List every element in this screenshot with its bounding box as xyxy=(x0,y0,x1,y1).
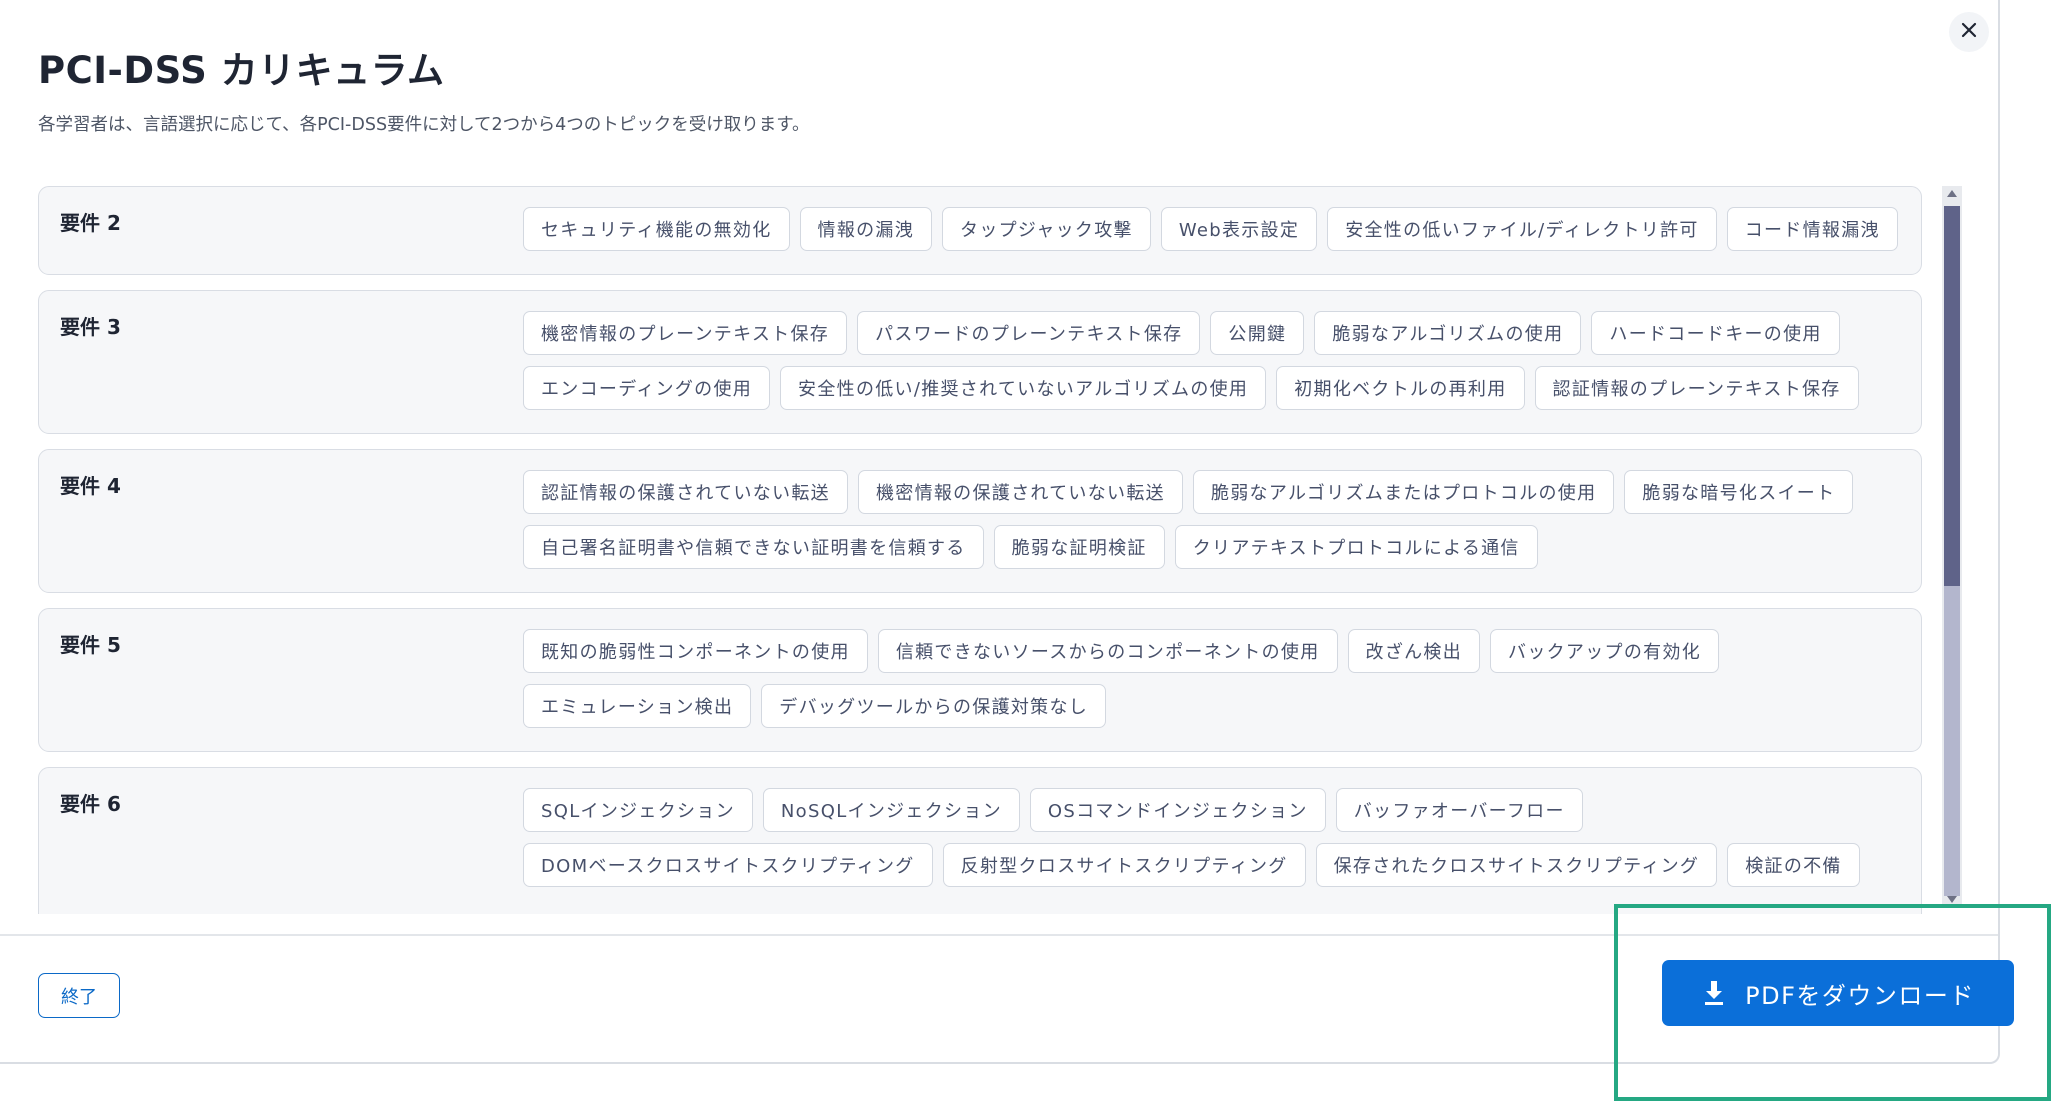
topic-chip: 情報の漏洩 xyxy=(799,207,933,251)
topic-chip: 既知の脆弱性コンポーネントの使用 xyxy=(523,629,868,673)
requirement-card: 要件 2 セキュリティ機能の無効化 情報の漏洩 タップジャック攻撃 Web表示設… xyxy=(38,186,1922,275)
topic-chip: エミュレーション検出 xyxy=(523,684,752,728)
topic-chip: 初期化ベクトルの再利用 xyxy=(1276,366,1525,410)
requirements-list[interactable]: 要件 2 セキュリティ機能の無効化 情報の漏洩 タップジャック攻撃 Web表示設… xyxy=(38,186,1922,914)
topic-chip: 信頼できないソースからのコンポーネントの使用 xyxy=(877,629,1338,673)
topic-chip: OSコマンドインジェクション xyxy=(1029,788,1326,832)
topic-chip: 公開鍵 xyxy=(1210,311,1305,355)
topic-list: 機密情報のプレーンテキスト保存 パスワードのプレーンテキスト保存 公開鍵 脆弱な… xyxy=(523,311,1903,410)
topic-chip: 脆弱なアルゴリズムの使用 xyxy=(1314,311,1582,355)
requirement-title: 要件 6 xyxy=(60,792,121,816)
scroll-down-arrow-icon[interactable] xyxy=(1947,896,1957,903)
modal-title: PCI-DSS カリキュラム xyxy=(38,49,445,92)
end-button[interactable]: 終了 xyxy=(38,973,120,1018)
topic-chip: NoSQLインジェクション xyxy=(762,788,1020,832)
topic-chip: パスワードのプレーンテキスト保存 xyxy=(857,311,1201,355)
topic-chip: 認証情報の保護されていない転送 xyxy=(523,470,848,514)
topic-chip: バックアップの有効化 xyxy=(1490,629,1720,673)
topic-chip: Web表示設定 xyxy=(1160,207,1318,251)
requirement-card: 要件 4 認証情報の保護されていない転送 機密情報の保護されていない転送 脆弱な… xyxy=(38,449,1922,593)
topic-chip: 検証の不備 xyxy=(1727,843,1860,887)
topic-chip: デバッグツールからの保護対策なし xyxy=(761,684,1107,728)
topic-chip: 脆弱なアルゴリズムまたはプロトコルの使用 xyxy=(1192,470,1615,514)
download-pdf-button[interactable]: PDFをダウンロード xyxy=(1662,960,2014,1026)
topic-chip: 保存されたクロスサイトスクリプティング xyxy=(1315,843,1718,887)
topic-list: セキュリティ機能の無効化 情報の漏洩 タップジャック攻撃 Web表示設定 安全性… xyxy=(523,207,1903,251)
topic-chip: タップジャック攻撃 xyxy=(942,207,1151,251)
topic-chip: SQLインジェクション xyxy=(523,788,753,832)
requirement-card: 要件 3 機密情報のプレーンテキスト保存 パスワードのプレーンテキスト保存 公開… xyxy=(38,290,1922,434)
topic-chip: 自己署名証明書や信頼できない証明書を信頼する xyxy=(523,525,984,569)
topic-list: 既知の脆弱性コンポーネントの使用 信頼できないソースからのコンポーネントの使用 … xyxy=(523,629,1903,728)
topic-list: SQLインジェクション NoSQLインジェクション OSコマンドインジェクション… xyxy=(523,788,1903,887)
topic-chip: セキュリティ機能の無効化 xyxy=(523,207,790,251)
requirement-title: 要件 3 xyxy=(60,315,121,339)
topic-chip: 安全性の低いファイル/ディレクトリ許可 xyxy=(1327,207,1717,251)
topic-chip: 認証情報のプレーンテキスト保存 xyxy=(1534,366,1859,410)
scroll-track[interactable] xyxy=(1944,586,1960,896)
requirement-title: 要件 4 xyxy=(60,474,121,498)
topic-chip: クリアテキストプロトコルによる通信 xyxy=(1174,525,1538,569)
scroll-thumb[interactable] xyxy=(1944,206,1960,586)
topic-chip: 脆弱な証明検証 xyxy=(993,525,1165,569)
close-button[interactable] xyxy=(1949,12,1989,52)
topic-chip: 改ざん検出 xyxy=(1347,629,1481,673)
topic-chip: ハードコードキーの使用 xyxy=(1591,311,1840,355)
requirement-card: 要件 6 SQLインジェクション NoSQLインジェクション OSコマンドインジ… xyxy=(38,767,1922,914)
topic-chip: エンコーディングの使用 xyxy=(523,366,771,410)
scroll-up-arrow-icon[interactable] xyxy=(1947,190,1957,197)
requirement-title: 要件 5 xyxy=(60,633,121,657)
requirement-title: 要件 2 xyxy=(60,211,121,235)
topic-chip: コード情報漏洩 xyxy=(1726,207,1898,251)
topic-chip: 機密情報のプレーンテキスト保存 xyxy=(523,311,848,355)
requirement-card: 要件 5 既知の脆弱性コンポーネントの使用 信頼できないソースからのコンポーネン… xyxy=(38,608,1922,752)
close-icon xyxy=(1961,22,1977,42)
topic-chip: 機密情報の保護されていない転送 xyxy=(857,470,1183,514)
topic-chip: 安全性の低い/推奨されていないアルゴリズムの使用 xyxy=(780,366,1267,410)
topic-chip: 反射型クロスサイトスクリプティング xyxy=(942,843,1306,887)
topic-list: 認証情報の保護されていない転送 機密情報の保護されていない転送 脆弱なアルゴリズ… xyxy=(523,470,1903,569)
topic-chip: 脆弱な暗号化スイート xyxy=(1624,470,1854,514)
topic-chip: バッファオーバーフロー xyxy=(1335,788,1583,832)
download-icon xyxy=(1701,979,1727,1007)
download-pdf-label: PDFをダウンロード xyxy=(1745,981,1975,1010)
modal-subtitle: 各学習者は、言語選択に応じて、各PCI-DSS要件に対して2つから4つのトピック… xyxy=(38,115,810,135)
topic-chip: DOMベースクロスサイトスクリプティング xyxy=(523,843,933,887)
scrollbar[interactable] xyxy=(1942,186,1962,906)
